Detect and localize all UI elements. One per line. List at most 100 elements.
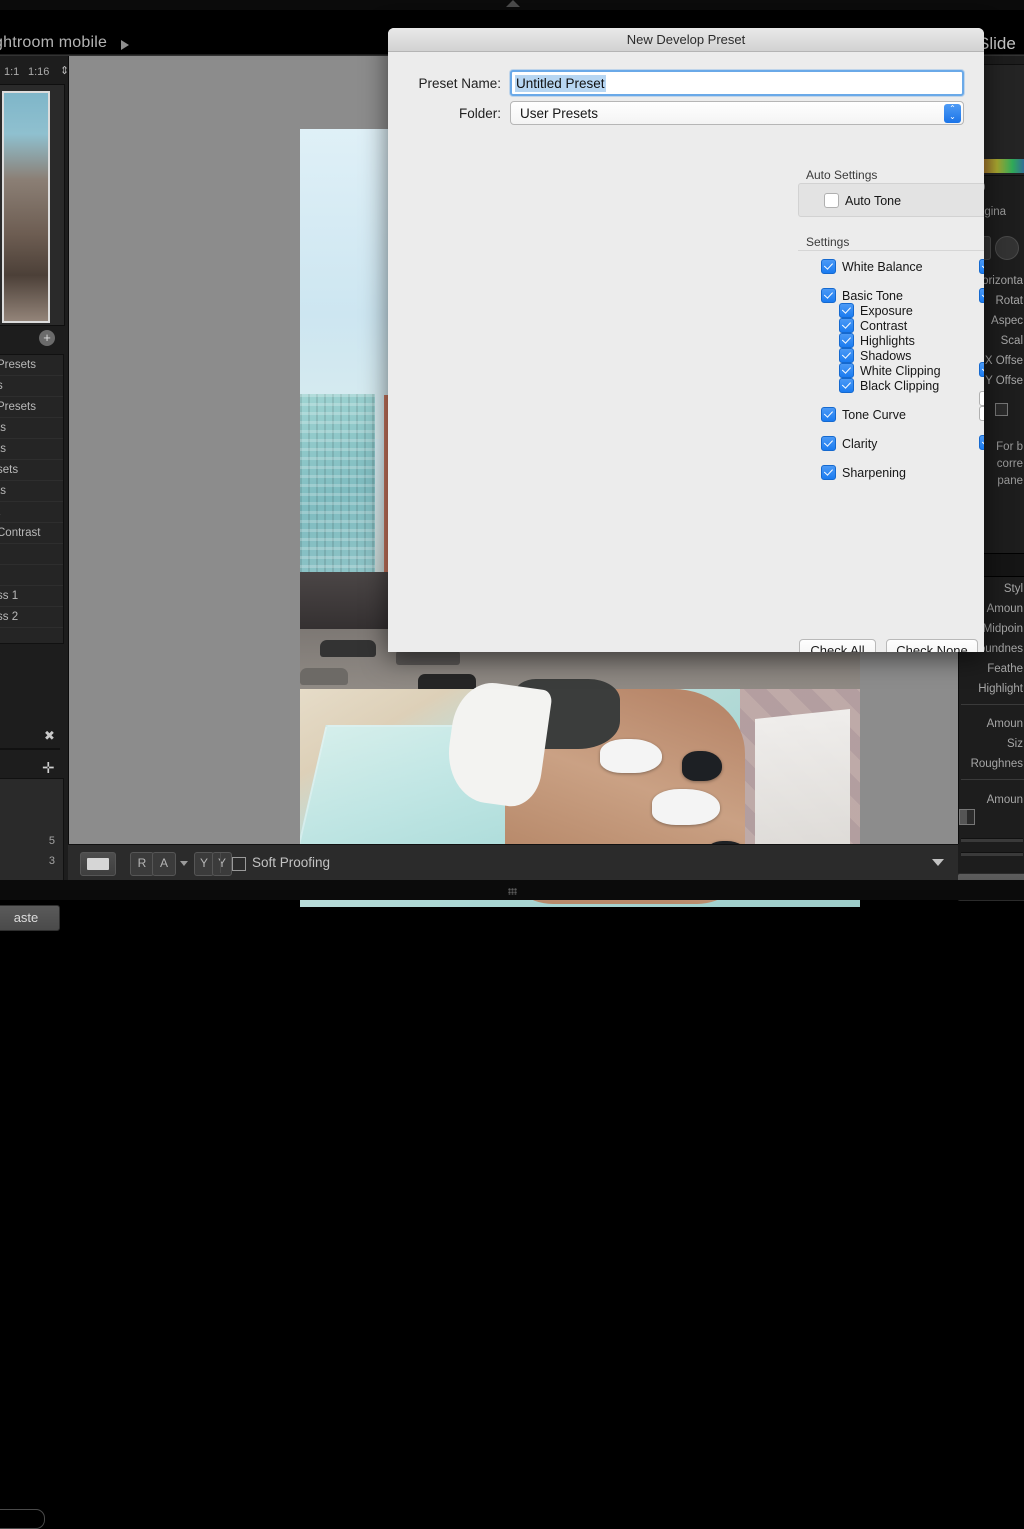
add-preset-icon[interactable]: + (39, 330, 55, 346)
setting-label: Tone Curve (842, 408, 906, 422)
toolbar-collapse-caret-icon[interactable] (932, 859, 944, 866)
setting-checkbox[interactable] (979, 259, 984, 274)
setting-row[interactable]: White Clipping (839, 363, 941, 378)
add-snapshot-icon[interactable]: ✛ (42, 759, 55, 777)
preset-list-item[interactable]: Presets (0, 355, 63, 376)
zoom-level-1to1[interactable]: 1:1 (4, 66, 19, 78)
setting-checkbox[interactable] (839, 303, 854, 318)
panel-slider-2[interactable] (961, 852, 1023, 856)
preset-list-item[interactable]: ss 1 (0, 586, 63, 607)
preset-list-item[interactable] (0, 544, 63, 565)
setting-row[interactable]: Sharpening (821, 465, 906, 480)
transform-help-line-3: pane (997, 475, 1023, 487)
soft-proofing-label[interactable]: Soft Proofing (252, 855, 330, 870)
effects-amount-label: Amoun (987, 603, 1023, 615)
transform-help-line-2: corre (997, 458, 1023, 470)
panel-slider-1[interactable] (961, 838, 1023, 842)
setting-checkbox[interactable] (979, 406, 984, 421)
setting-row[interactable]: Exposure (839, 303, 913, 318)
setting-checkbox[interactable] (839, 348, 854, 363)
preset-list-item[interactable]: ts (0, 481, 63, 502)
auto-tone-row[interactable]: Auto Tone (824, 193, 901, 208)
setting-checkbox[interactable] (979, 288, 984, 303)
setting-label: Clarity (842, 437, 877, 451)
preset-list-item[interactable]: sets (0, 460, 63, 481)
preset-list-item[interactable]: s (0, 376, 63, 397)
preset-list-item[interactable]: t (0, 502, 63, 523)
soft-proofing-checkbox[interactable] (232, 857, 246, 871)
preset-list-item[interactable]: Contrast (0, 523, 63, 544)
setting-checkbox[interactable] (839, 333, 854, 348)
chevron-updown-icon[interactable]: ⌃⌄ (944, 104, 961, 123)
before-after-y-icon-1[interactable]: Y (194, 852, 214, 876)
close-icon[interactable]: ✖ (44, 728, 55, 744)
setting-row[interactable]: Tone Curve (821, 407, 906, 422)
top-panel-toggle-arrow[interactable] (506, 0, 520, 7)
presets-add-row: + (0, 328, 63, 352)
setting-row[interactable]: White Balance (821, 259, 923, 274)
zoom-level-1to16[interactable]: 1:16 (28, 66, 49, 78)
setting-checkbox[interactable] (821, 465, 836, 480)
setting-row[interactable]: Split Toning (979, 362, 984, 377)
setting-row[interactable]: Contrast (839, 318, 907, 333)
setting-row[interactable]: Basic Tone (821, 288, 903, 303)
setting-checkbox[interactable] (821, 407, 836, 422)
setting-label: White Balance (842, 260, 923, 274)
setting-row[interactable]: Clarity (821, 436, 877, 451)
setting-checkbox[interactable] (979, 435, 984, 450)
setting-row[interactable]: Color (979, 288, 984, 303)
setting-label: Basic Tone (842, 289, 903, 303)
filmstrip-resize-grip[interactable] (508, 888, 517, 895)
loupe-view-icon[interactable] (80, 852, 116, 876)
before-after-y-icon-2[interactable]: Y (212, 852, 232, 876)
preset-list-item[interactable] (0, 565, 63, 586)
reference-view-caret-icon[interactable] (180, 861, 188, 866)
preset-name-input[interactable]: Untitled Preset (510, 70, 964, 96)
navigator-thumbnail[interactable] (2, 91, 50, 323)
setting-row[interactable]: Graduated Filters (979, 391, 984, 406)
module-caret-icon[interactable] (121, 40, 129, 50)
navigator-panel[interactable] (0, 84, 65, 326)
setting-row[interactable]: Highlights (839, 333, 915, 348)
setting-row[interactable]: Shadows (839, 348, 911, 363)
preset-name-value[interactable]: Untitled Preset (515, 75, 606, 92)
paste-button[interactable]: aste (0, 905, 60, 931)
setting-checkbox[interactable] (839, 318, 854, 333)
grain-roughness-label: Roughnes (971, 758, 1023, 770)
folder-select[interactable]: User Presets ⌃⌄ (510, 101, 964, 125)
setting-label: Sharpening (842, 466, 906, 480)
setting-checkbox[interactable] (821, 259, 836, 274)
transform-rotate-label: Rotat (996, 295, 1024, 307)
history-panel[interactable]: 5 3 (0, 778, 64, 890)
preset-name-label: Preset Name: (408, 76, 510, 91)
panel-divider (0, 748, 60, 750)
check-none-button[interactable]: Check None (886, 639, 978, 652)
preset-list-item[interactable]: ss 2 (0, 607, 63, 628)
presets-list[interactable]: Presetss PresetststssetststContrastss 1s… (0, 354, 64, 644)
effects-midpoint-label: Midpoin (983, 623, 1023, 635)
setting-row[interactable]: Noise Reduction (979, 435, 984, 450)
auto-tone-checkbox[interactable] (824, 193, 839, 208)
setting-checkbox[interactable] (839, 378, 854, 393)
preset-list-item[interactable]: ts (0, 418, 63, 439)
reference-view-a-icon[interactable]: A (152, 852, 176, 876)
navigator-zoom-row: 1:1 1:16 ⇕ (0, 62, 68, 84)
constrain-crop-checkbox[interactable] (995, 403, 1008, 416)
setting-checkbox[interactable] (979, 362, 984, 377)
setting-checkbox[interactable] (839, 363, 854, 378)
setting-label: Highlights (860, 334, 915, 348)
zoom-stepper-icon[interactable]: ⇕ (60, 64, 69, 77)
setting-row[interactable]: Radial Filters (979, 406, 984, 421)
setting-checkbox[interactable] (821, 436, 836, 451)
new-develop-preset-dialog: New Develop Preset Preset Name: Untitled… (388, 28, 984, 652)
preset-list-item[interactable]: Presets (0, 397, 63, 418)
setting-checkbox[interactable] (979, 391, 984, 406)
left-panel: 1:1 1:16 ⇕ + Presetss Presetststssetstst… (0, 56, 69, 844)
reference-view-r-icon[interactable]: R (130, 852, 154, 876)
preset-list-item[interactable]: ts (0, 439, 63, 460)
before-after-swatch-icon[interactable] (959, 809, 975, 825)
setting-row[interactable]: Black Clipping (839, 378, 939, 393)
check-all-button[interactable]: Check All (799, 639, 876, 652)
setting-row[interactable]: Treatment (Color) (979, 259, 984, 274)
setting-checkbox[interactable] (821, 288, 836, 303)
